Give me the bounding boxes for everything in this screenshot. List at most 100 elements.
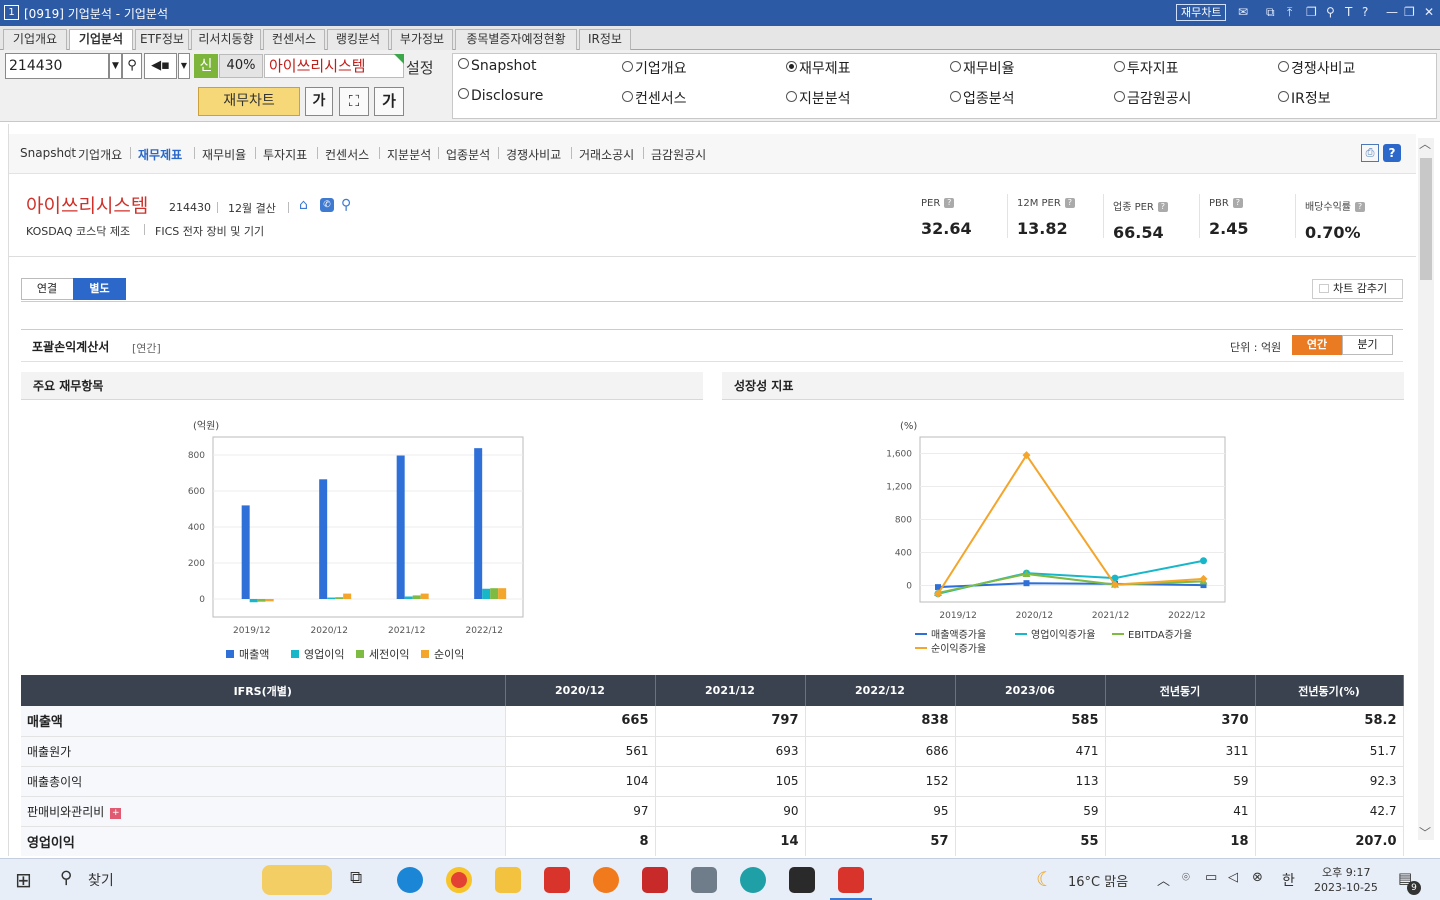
subnav-item-3[interactable]: 재무비율 <box>202 146 246 163</box>
pin-top-icon[interactable]: ⤒ <box>1287 5 1292 20</box>
camera-icon[interactable]: ⌾ <box>1182 870 1190 885</box>
help-icon[interactable]: ? <box>1157 202 1168 212</box>
search-icon[interactable]: ⚲ <box>122 53 142 79</box>
radio-option-11[interactable]: IR정보 <box>1278 88 1331 108</box>
home-icon[interactable]: ⌂ <box>299 197 308 213</box>
radio-option-0[interactable]: Snapshot <box>458 58 536 74</box>
calculator-icon[interactable] <box>691 867 717 893</box>
annual-toggle-button[interactable]: 연간 <box>1292 335 1342 355</box>
view-tab-separate[interactable]: 별도 <box>73 278 126 300</box>
menu-tab-5[interactable]: 랭킹분석 <box>327 29 389 50</box>
app-icon[interactable] <box>740 867 766 893</box>
menu-tab-0[interactable]: 기업개요 <box>3 29 67 50</box>
fit-screen-icon[interactable]: ⛶ <box>339 87 369 116</box>
radio-option-5[interactable]: 경쟁사비교 <box>1278 58 1355 78</box>
font-decrease-button[interactable]: 가 <box>305 87 333 116</box>
clock-date[interactable]: 2023-10-25 <box>1314 881 1378 894</box>
radio-circle-icon[interactable] <box>1114 61 1125 72</box>
menu-tab-3[interactable]: 리서치동향 <box>191 29 261 50</box>
subnav-item-0[interactable]: Snapshot <box>20 146 76 160</box>
hide-chart-button[interactable]: 차트 감추기 <box>1312 279 1403 299</box>
radio-circle-icon[interactable] <box>458 88 469 99</box>
radio-option-8[interactable]: 지분분석 <box>786 88 851 108</box>
subnav-item-4[interactable]: 투자지표 <box>263 146 307 163</box>
radio-circle-icon[interactable] <box>1114 91 1125 102</box>
settings-button[interactable]: 설정 <box>406 57 434 78</box>
expand-row-icon[interactable]: + <box>110 807 122 819</box>
radio-option-3[interactable]: 재무비율 <box>950 58 1015 78</box>
search-icon[interactable]: ⚲ <box>60 868 72 888</box>
radio-circle-icon[interactable] <box>786 61 797 72</box>
radio-circle-icon[interactable] <box>458 58 469 69</box>
scroll-up-icon[interactable]: ︿ <box>1419 135 1431 152</box>
kakao-icon[interactable] <box>593 867 619 893</box>
subnav-item-6[interactable]: 지분분석 <box>387 146 431 163</box>
radio-circle-icon[interactable] <box>950 61 961 72</box>
radio-option-1[interactable]: 기업개요 <box>622 58 687 78</box>
help-icon[interactable]: ? <box>1232 198 1243 208</box>
radio-option-9[interactable]: 업종분석 <box>950 88 1015 108</box>
radio-circle-icon[interactable] <box>622 61 633 72</box>
radio-option-2[interactable]: 재무제표 <box>786 58 851 78</box>
maximize-icon[interactable]: ❐ <box>1404 5 1415 19</box>
radio-circle-icon[interactable] <box>786 91 797 102</box>
speaker-icon[interactable]: ◀▪ <box>144 53 177 79</box>
volume-icon[interactable]: ◁ <box>1228 870 1238 885</box>
scroll-down-icon[interactable]: ﹀ <box>1419 824 1431 841</box>
help-icon[interactable]: ? <box>1362 5 1368 19</box>
print-icon[interactable]: ⎙ <box>1361 144 1379 162</box>
menu-tab-6[interactable]: 부가정보 <box>391 29 453 50</box>
sync-icon[interactable]: ⊗ <box>1252 870 1263 885</box>
font-size-icon[interactable]: T <box>1345 5 1352 19</box>
clock-time[interactable]: 오후 9:17 <box>1322 864 1370 880</box>
menu-tab-4[interactable]: 컨센서스 <box>263 29 325 50</box>
help-icon[interactable]: ? <box>1355 202 1365 212</box>
chrome-icon[interactable] <box>446 867 472 893</box>
help-icon[interactable]: ? <box>1383 144 1401 162</box>
network-icon[interactable]: ▭ <box>1205 870 1217 885</box>
radio-option-6[interactable]: Disclosure <box>458 88 543 104</box>
map-pin-icon[interactable]: ⚲ <box>341 197 351 213</box>
windows-start-icon[interactable]: ⊞ <box>15 868 32 892</box>
radio-circle-icon[interactable] <box>950 91 961 102</box>
phone-icon[interactable]: ✆ <box>320 198 334 212</box>
taskbar-search-label[interactable]: 찾기 <box>88 870 114 890</box>
close-icon[interactable]: ✕ <box>1424 5 1434 19</box>
subnav-item-7[interactable]: 업종분석 <box>446 146 490 163</box>
restore-icon[interactable]: ❐ <box>1306 5 1317 19</box>
file-explorer-icon[interactable] <box>495 867 521 893</box>
scrollbar-thumb[interactable] <box>1420 158 1432 280</box>
radio-option-4[interactable]: 투자지표 <box>1114 58 1179 78</box>
code-dropdown-chevron-icon[interactable]: ▼ <box>109 53 122 79</box>
vertical-scrollbar[interactable] <box>1418 138 1434 840</box>
radio-circle-icon[interactable] <box>622 91 633 102</box>
help-icon[interactable]: ? <box>1064 198 1075 208</box>
trading-app-icon[interactable] <box>544 867 570 893</box>
edge-icon[interactable] <box>397 867 423 893</box>
subnav-item-10[interactable]: 금감원공시 <box>651 146 706 163</box>
financial-chart-title-button[interactable]: 재무차트 <box>1176 4 1227 21</box>
speaker-dropdown-chevron-icon[interactable]: ▼ <box>178 53 190 79</box>
trading-app-active-icon[interactable] <box>838 867 864 893</box>
task-view-icon[interactable]: ⧉ <box>350 868 362 888</box>
mail-icon[interactable]: ✉ <box>1238 5 1248 19</box>
subnav-item-2[interactable]: 재무제표 <box>138 146 182 163</box>
subnav-item-5[interactable]: 컨센서스 <box>325 146 369 163</box>
app-icon[interactable] <box>642 867 668 893</box>
tray-chevron-icon[interactable]: ︿ <box>1157 870 1170 889</box>
subnav-item-1[interactable]: 기업개요 <box>78 146 122 163</box>
help-icon[interactable]: ? <box>944 198 955 208</box>
menu-tab-1[interactable]: 기업분석 <box>69 29 133 51</box>
window-link-icon[interactable]: ⧉ <box>1266 5 1275 20</box>
quarterly-toggle-button[interactable]: 분기 <box>1342 335 1393 355</box>
view-tab-consolidated[interactable]: 연결 <box>22 279 72 299</box>
stock-code-input[interactable]: 214430 <box>5 53 109 79</box>
minimize-icon[interactable]: — <box>1386 5 1398 19</box>
sticky-notes-icon[interactable] <box>789 867 815 893</box>
menu-tab-7[interactable]: 종목별증자예정현황 <box>455 29 577 50</box>
financial-chart-button[interactable]: 재무차트 <box>198 87 300 116</box>
radio-option-7[interactable]: 컨센서스 <box>622 88 687 108</box>
font-increase-button[interactable]: 가 <box>374 87 404 116</box>
pin-icon[interactable]: ⚲ <box>1326 5 1335 19</box>
radio-circle-icon[interactable] <box>1278 61 1289 72</box>
